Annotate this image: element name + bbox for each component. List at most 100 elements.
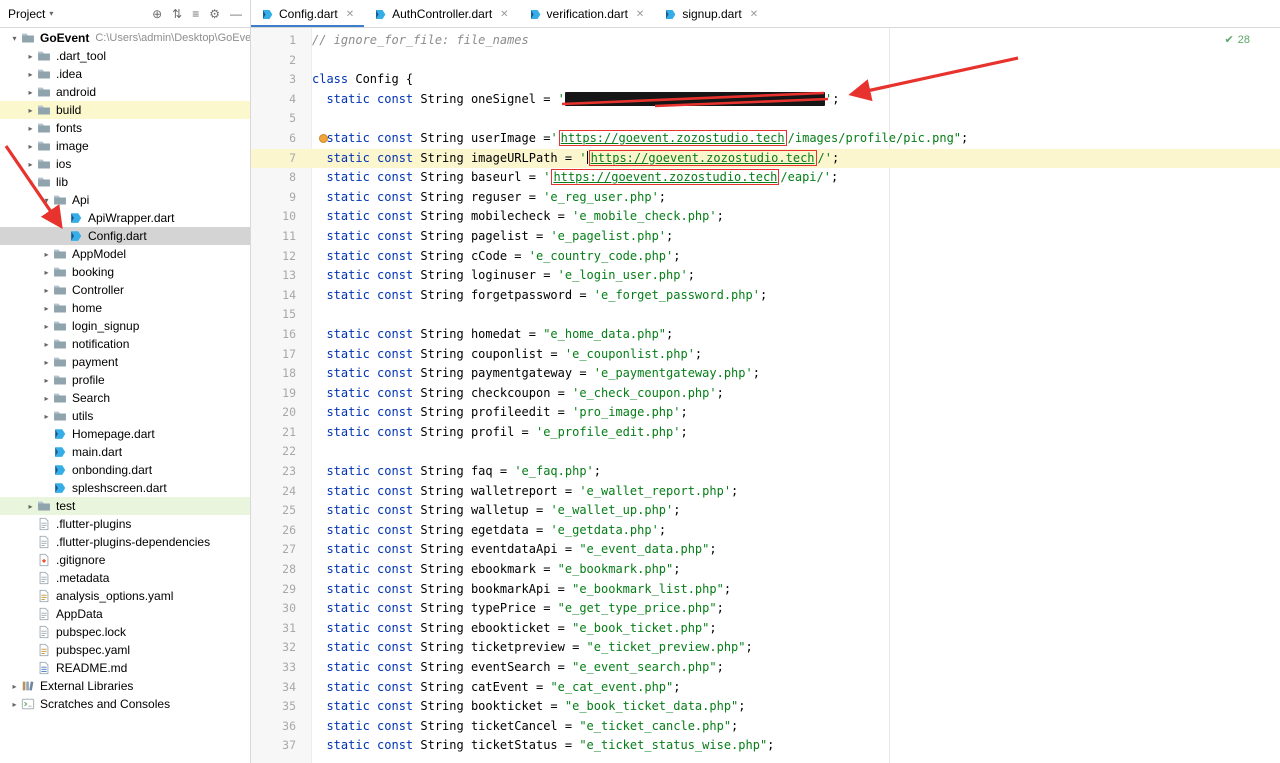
code-line[interactable]: static const String walletup = 'e_wallet… [296,501,681,521]
code-line[interactable]: static const String cCode = 'e_country_c… [296,247,680,267]
chevron-icon[interactable]: ▸ [24,70,37,79]
chevron-icon[interactable]: ▾ [24,178,37,187]
editor-tab[interactable]: verification.dart✕ [519,0,655,27]
tree-item[interactable]: Config.dart [0,227,250,245]
chevron-icon[interactable]: ▸ [24,52,37,61]
code-line[interactable]: static const String egetdata = 'e_getdat… [296,521,666,541]
tree-item[interactable]: ▸notification [0,335,250,353]
code-line[interactable]: static const String profileedit = 'pro_i… [296,403,688,423]
tree-item[interactable]: ▸Search [0,389,250,407]
editor-tab[interactable]: signup.dart✕ [654,0,768,27]
chevron-icon[interactable]: ▸ [24,124,37,133]
tree-item[interactable]: .flutter-plugins [0,515,250,533]
code-line[interactable]: static const String loginuser = 'e_login… [296,266,695,286]
settings-icon[interactable]: ⚙ [209,7,220,21]
code-line[interactable]: static const String eventSearch = "e_eve… [296,658,724,678]
chevron-icon[interactable]: ▾ [40,196,53,205]
chevron-icon[interactable]: ▸ [40,358,53,367]
code-line[interactable]: static const String pagelist = 'e_pageli… [296,227,673,247]
tree-item[interactable]: Homepage.dart [0,425,250,443]
tree-item[interactable]: main.dart [0,443,250,461]
close-icon[interactable]: ✕ [750,9,758,20]
tree-item[interactable]: ▸home [0,299,250,317]
tree-item[interactable]: ▾lib [0,173,250,191]
code-line[interactable]: static const String typePrice = "e_get_t… [296,599,724,619]
tree-item[interactable]: ▸utils [0,407,250,425]
chevron-icon[interactable]: ▸ [8,682,21,691]
locate-icon[interactable]: ⊕ [152,7,162,21]
chevron-icon[interactable]: ▸ [40,322,53,331]
code-line[interactable]: static const String walletreport = 'e_wa… [296,482,738,502]
tree-item[interactable]: AppData [0,605,250,623]
tree-item[interactable]: pubspec.lock [0,623,250,641]
chevron-icon[interactable]: ▸ [40,304,53,313]
tree-item[interactable]: .gitignore [0,551,250,569]
tree-item[interactable]: ▸.dart_tool [0,47,250,65]
url-link-redboxed[interactable]: https://goevent.zozostudio.tech [559,130,787,146]
code-line[interactable]: static const String eventdataApi = "e_ev… [296,540,717,560]
code-line[interactable]: static const String ticketCancel = "e_ti… [296,717,738,737]
tree-item[interactable]: .metadata [0,569,250,587]
code-line[interactable]: static const String paymentgateway = 'e_… [296,364,760,384]
close-icon[interactable]: ✕ [346,9,354,20]
tree-item[interactable]: onbonding.dart [0,461,250,479]
tree-item[interactable]: README.md [0,659,250,677]
chevron-icon[interactable]: ▸ [24,502,37,511]
code-line[interactable]: static const String oneSignel = ' '; [296,90,839,110]
chevron-icon[interactable]: ▸ [24,160,37,169]
tree-item[interactable]: ▸login_signup [0,317,250,335]
code-line[interactable] [296,305,312,325]
code-line[interactable]: static const String couponlist = 'e_coup… [296,345,702,365]
tree-item[interactable]: ▸image [0,137,250,155]
tree-item[interactable]: ▸build [0,101,250,119]
editor-tab[interactable]: AuthController.dart✕ [364,0,518,27]
code-line[interactable]: static const String homedat = "e_home_da… [296,325,673,345]
code-line[interactable]: static const String forgetpassword = 'e_… [296,286,767,306]
chevron-icon[interactable]: ▸ [40,340,53,349]
tree-item[interactable]: ▾GoEventC:\Users\admin\Desktop\GoEvent [0,29,250,47]
chevron-icon[interactable]: ▸ [40,268,53,277]
inspection-widget[interactable]: ✔ 28 [1225,33,1250,46]
tree-item[interactable]: spleshscreen.dart [0,479,250,497]
code-line[interactable]: static const String ebookticket = "e_boo… [296,619,717,639]
expand-all-icon[interactable]: ≡ [192,7,199,21]
code-line[interactable] [296,109,312,129]
chevron-icon[interactable]: ▸ [24,142,37,151]
code-line[interactable] [296,442,312,462]
intention-bulb-icon[interactable] [319,134,328,143]
url-link-redboxed[interactable]: https://goevent.zozostudio.tech [589,150,817,166]
tree-item[interactable]: ▸Scratches and Consoles [0,695,250,713]
chevron-icon[interactable]: ▾ [8,34,21,43]
tree-item[interactable]: ▸ios [0,155,250,173]
tree-item[interactable]: ▸fonts [0,119,250,137]
code-line[interactable]: static const String faq = 'e_faq.php'; [296,462,601,482]
close-icon[interactable]: ✕ [500,9,508,20]
tree-item[interactable]: ▸test [0,497,250,515]
tree-item[interactable]: ▸payment [0,353,250,371]
tree-item[interactable]: ▸android [0,83,250,101]
chevron-down-icon[interactable]: ▾ [49,9,53,18]
chevron-icon[interactable]: ▸ [40,250,53,259]
code-line[interactable] [296,51,312,71]
code-line[interactable]: static const String profil = 'e_profile_… [296,423,688,443]
tree-item[interactable]: ▸.idea [0,65,250,83]
sort-icon[interactable]: ⇅ [172,7,182,21]
tree-item[interactable]: ▸booking [0,263,250,281]
close-icon[interactable]: ✕ [636,9,644,20]
chevron-icon[interactable]: ▸ [24,106,37,115]
code-line[interactable]: class Config { [296,70,413,90]
tree-item[interactable]: ▸Controller [0,281,250,299]
tree-item[interactable]: ▾Api [0,191,250,209]
chevron-icon[interactable]: ▸ [40,394,53,403]
chevron-icon[interactable]: ▸ [40,376,53,385]
editor-tab[interactable]: Config.dart✕ [251,0,364,27]
code-line[interactable]: static const String reguser = 'e_reg_use… [296,188,666,208]
project-panel-title[interactable]: Project [8,7,45,21]
code-line[interactable]: static const String bookmarkApi = "e_boo… [296,580,731,600]
code-line[interactable]: static const String mobilecheck = 'e_mob… [296,207,724,227]
code-line[interactable]: static const String ebookmark = "e_bookm… [296,560,680,580]
tree-item[interactable]: ▸AppModel [0,245,250,263]
hide-icon[interactable]: — [230,7,242,21]
tree-item[interactable]: ApiWrapper.dart [0,209,250,227]
tree-item[interactable]: .flutter-plugins-dependencies [0,533,250,551]
